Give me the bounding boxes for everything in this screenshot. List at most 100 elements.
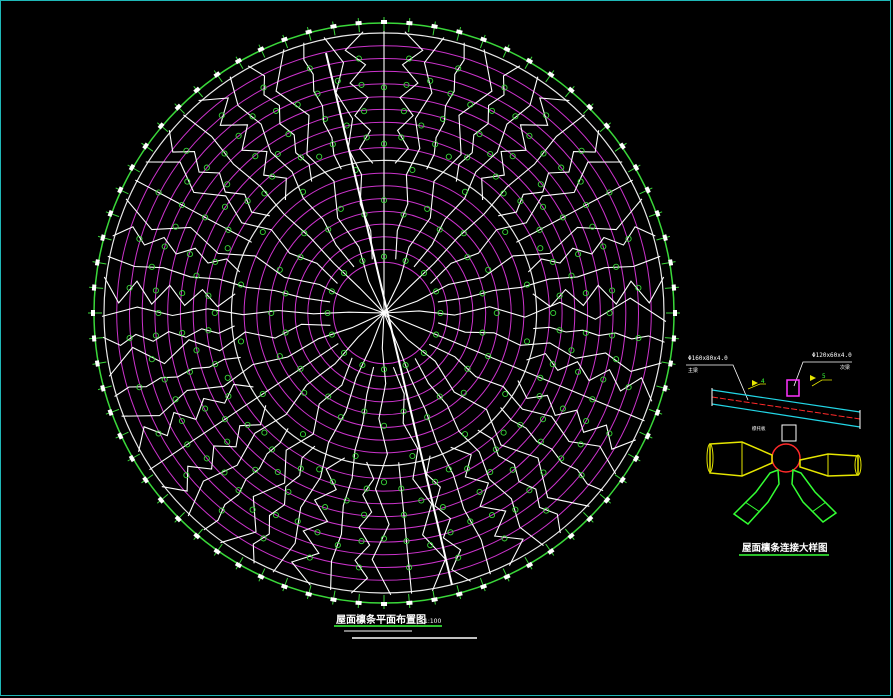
rib-node bbox=[352, 452, 359, 460]
rib-node bbox=[523, 338, 531, 345]
edge-label-box bbox=[662, 234, 668, 242]
edge-label-box bbox=[671, 335, 677, 342]
rib-node bbox=[500, 429, 507, 436]
rib-node bbox=[299, 431, 307, 438]
edge-label-box bbox=[455, 591, 463, 597]
edge-label-box bbox=[431, 597, 438, 603]
purlin-section bbox=[786, 379, 800, 397]
plan-title-block: 屋面檩条平面布置图 1:100 bbox=[334, 613, 477, 639]
radial-rib bbox=[383, 114, 585, 314]
detail-title: 屋面檩条连接大样图 bbox=[742, 542, 828, 554]
radial-rib bbox=[247, 65, 313, 182]
edge-label-box bbox=[280, 36, 289, 43]
rib-node bbox=[259, 228, 266, 236]
rib-node bbox=[502, 228, 509, 236]
radial-rib bbox=[426, 42, 465, 170]
rib-node bbox=[237, 338, 245, 345]
edge-label-box bbox=[91, 284, 97, 291]
radial-rib bbox=[455, 65, 521, 182]
edge-label-box bbox=[107, 209, 114, 218]
right-note-label: 次梁 bbox=[840, 364, 850, 371]
edge-label-box bbox=[305, 591, 313, 597]
radial-rib bbox=[138, 383, 254, 453]
edge-label-box bbox=[479, 36, 488, 43]
edge-label-box bbox=[107, 408, 114, 417]
radial-rib bbox=[183, 114, 385, 314]
rib-node bbox=[400, 108, 407, 115]
member-lower-right bbox=[791, 468, 838, 523]
rib-node bbox=[316, 466, 323, 473]
rib-node bbox=[224, 374, 231, 381]
right-section-label: Φ120x60x4.0 bbox=[812, 352, 852, 359]
member-right bbox=[799, 453, 862, 477]
radial-rib bbox=[383, 312, 491, 575]
edge-label-box bbox=[406, 600, 413, 606]
rib-node bbox=[237, 281, 245, 288]
beam-bottom-edge bbox=[711, 403, 861, 428]
radial-rib bbox=[517, 380, 636, 450]
plan-title: 屋面檩条平面布置图 bbox=[336, 613, 426, 626]
rib-node bbox=[445, 153, 452, 160]
edge-label-box bbox=[100, 384, 106, 392]
rib-node bbox=[380, 479, 388, 486]
edge-label-box bbox=[330, 597, 337, 603]
edge-label-box bbox=[668, 259, 674, 266]
edge-label-box bbox=[668, 360, 674, 367]
support-label: 檩托板 bbox=[752, 425, 766, 432]
edge-label-box bbox=[673, 310, 677, 316]
main-spine bbox=[325, 52, 453, 586]
connection-detail: Φ160x80x4.0 主梁 Φ120x60x4.0 次梁 4 5 檩托板 屋面… bbox=[686, 352, 862, 556]
radial-rib bbox=[371, 312, 392, 596]
edge-label-box bbox=[94, 259, 100, 266]
edge-label-box bbox=[280, 583, 289, 590]
rib-node bbox=[502, 390, 509, 398]
left-note-label: 主梁 bbox=[688, 367, 698, 374]
rib-node bbox=[582, 290, 589, 297]
radial-rib bbox=[383, 297, 667, 322]
rib-node bbox=[261, 429, 268, 436]
edge-label-box bbox=[479, 583, 488, 590]
rib-node bbox=[361, 511, 368, 518]
edge-label-box bbox=[381, 20, 387, 24]
edge-label-box bbox=[355, 20, 362, 26]
rib-node bbox=[316, 153, 323, 160]
radial-rib bbox=[500, 407, 604, 492]
rib-node bbox=[334, 77, 341, 84]
edge-label-box bbox=[654, 408, 661, 417]
edge-label-box bbox=[330, 23, 337, 29]
rib-node bbox=[550, 309, 557, 317]
radial-rib bbox=[477, 429, 561, 534]
rib-node bbox=[523, 281, 531, 288]
radial-rib bbox=[290, 457, 346, 586]
rib-node bbox=[179, 290, 186, 297]
rib-node bbox=[409, 166, 416, 174]
member-left bbox=[706, 441, 773, 477]
radial-rib bbox=[101, 306, 385, 317]
radial-rib bbox=[303, 42, 342, 170]
edge-label-box bbox=[431, 23, 438, 29]
left-section-label: Φ160x80x4.0 bbox=[688, 355, 728, 362]
plan-scale: 1:100 bbox=[424, 618, 441, 625]
radial-rib bbox=[161, 405, 267, 492]
rib-node bbox=[409, 452, 416, 460]
edge-label-box bbox=[654, 209, 661, 218]
rib-node bbox=[461, 431, 469, 438]
edge-label-box bbox=[455, 29, 463, 35]
member-lower-left bbox=[732, 468, 780, 525]
ball-node bbox=[771, 443, 801, 473]
weld-symbol-right bbox=[810, 375, 816, 381]
weld-flag-right bbox=[811, 379, 832, 387]
rib-node bbox=[361, 108, 368, 115]
rib-node bbox=[179, 329, 186, 336]
edge-label-box bbox=[671, 284, 677, 291]
radial-rib bbox=[114, 356, 241, 397]
edge-label-box bbox=[406, 20, 413, 26]
rib-node bbox=[224, 245, 231, 252]
weld-right-label: 5 bbox=[822, 373, 826, 380]
roof-purlin-plan bbox=[88, 17, 680, 609]
rib-node bbox=[537, 245, 544, 252]
edge-label-box bbox=[100, 234, 106, 242]
radial-rib bbox=[392, 366, 447, 592]
support-plate bbox=[781, 424, 797, 442]
edge-label-box bbox=[94, 360, 100, 367]
